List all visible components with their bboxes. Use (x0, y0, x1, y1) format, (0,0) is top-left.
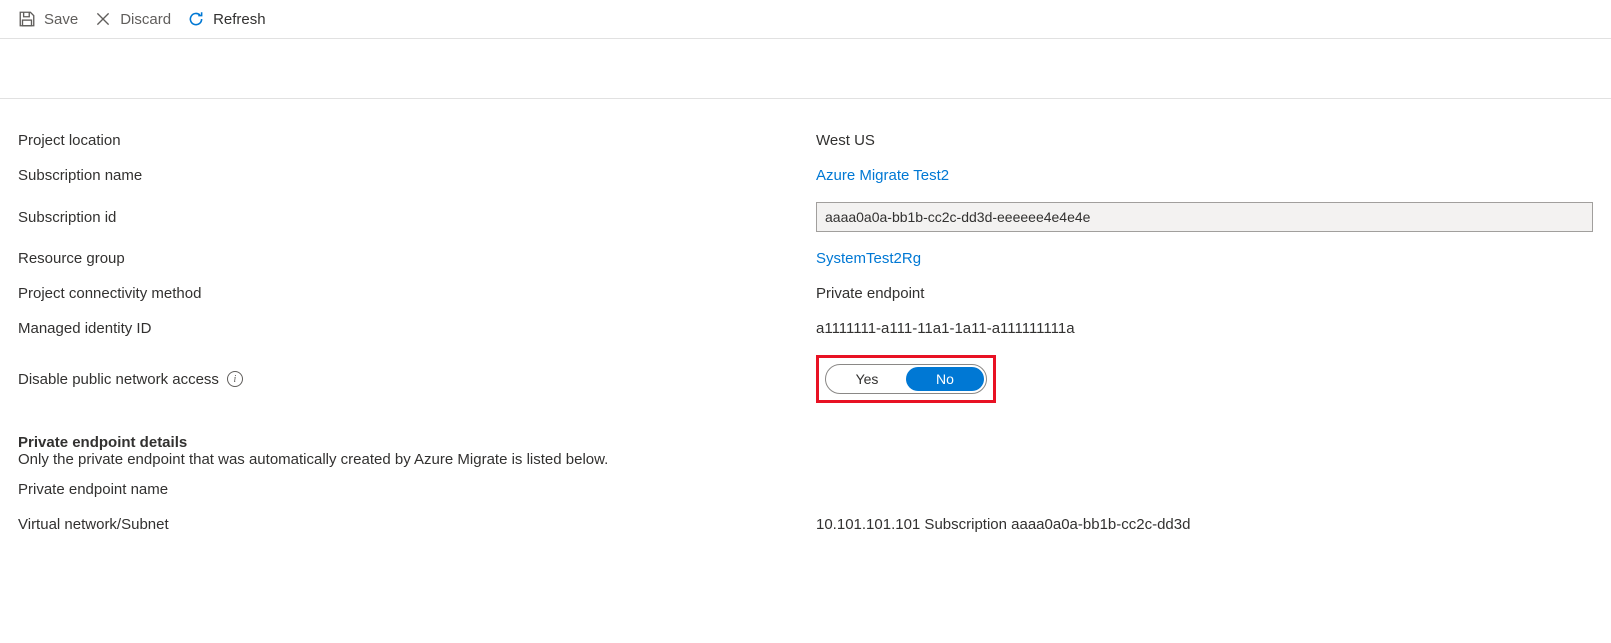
label-subscription-name: Subscription name (18, 167, 816, 184)
discard-label: Discard (120, 11, 171, 28)
label-project-location: Project location (18, 132, 816, 149)
save-icon (18, 10, 36, 28)
private-endpoint-description: Only the private endpoint that was autom… (18, 451, 1593, 468)
value-managed-identity-id: a1111111-a111-11a1-1a11-a111111111a (816, 320, 1593, 337)
refresh-label: Refresh (213, 11, 266, 28)
row-private-endpoint-name: Private endpoint name (18, 472, 1593, 507)
refresh-button[interactable]: Refresh (187, 10, 266, 28)
row-disable-public-access: Disable public network access i Yes No (18, 346, 1593, 412)
row-resource-group: Resource group SystemTest2Rg (18, 241, 1593, 276)
link-subscription-name[interactable]: Azure Migrate Test2 (816, 167, 949, 184)
properties-panel: Project location West US Subscription na… (0, 99, 1611, 566)
toggle-option-yes[interactable]: Yes (828, 367, 906, 391)
row-managed-identity-id: Managed identity ID a1111111-a111-11a1-1… (18, 311, 1593, 346)
close-icon (94, 10, 112, 28)
discard-button[interactable]: Discard (94, 10, 171, 28)
toggle-public-access[interactable]: Yes No (825, 364, 987, 394)
row-subscription-name: Subscription name Azure Migrate Test2 (18, 158, 1593, 193)
highlight-box: Yes No (816, 355, 996, 403)
refresh-icon (187, 10, 205, 28)
label-subscription-id: Subscription id (18, 209, 816, 226)
link-resource-group[interactable]: SystemTest2Rg (816, 250, 921, 267)
toggle-option-no[interactable]: No (906, 367, 984, 391)
row-subscription-id: Subscription id (18, 193, 1593, 241)
private-endpoint-title: Private endpoint details (18, 434, 1593, 451)
label-disable-public-access: Disable public network access (18, 371, 219, 388)
label-private-endpoint-name: Private endpoint name (18, 481, 816, 498)
row-connectivity-method: Project connectivity method Private endp… (18, 276, 1593, 311)
info-icon[interactable]: i (227, 371, 243, 387)
label-vnet-subnet: Virtual network/Subnet (18, 516, 816, 533)
row-vnet-subnet: Virtual network/Subnet 10.101.101.101 Su… (18, 507, 1593, 542)
value-connectivity-method: Private endpoint (816, 285, 1593, 302)
save-button[interactable]: Save (18, 10, 78, 28)
row-project-location: Project location West US (18, 123, 1593, 158)
label-managed-identity-id: Managed identity ID (18, 320, 816, 337)
label-connectivity-method: Project connectivity method (18, 285, 816, 302)
header-spacer (0, 39, 1611, 99)
save-label: Save (44, 11, 78, 28)
toolbar: Save Discard Refresh (0, 0, 1611, 39)
value-vnet-subnet: 10.101.101.101 Subscription aaaa0a0a-bb1… (816, 516, 1593, 533)
value-project-location: West US (816, 132, 1593, 149)
input-subscription-id[interactable] (816, 202, 1593, 232)
label-resource-group: Resource group (18, 250, 816, 267)
